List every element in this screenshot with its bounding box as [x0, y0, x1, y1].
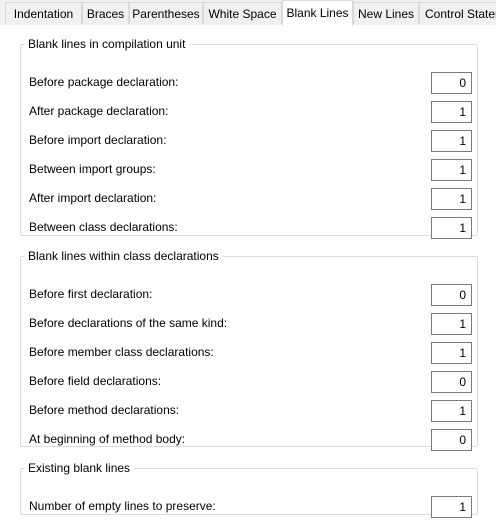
after-package-input[interactable]	[431, 101, 472, 123]
after-import-row: After import declaration:	[29, 188, 472, 210]
method-declarations-label: Before method declarations:	[29, 403, 180, 417]
field-declarations-row: Before field declarations:	[29, 371, 472, 393]
before-first-declaration-label: Before first declaration:	[29, 287, 153, 301]
after-package-label: After package declaration:	[29, 104, 169, 118]
method-body-label: At beginning of method body:	[29, 432, 186, 446]
class-declarations-group-title: Blank lines within class declarations	[28, 249, 219, 263]
before-first-declaration-row: Before first declaration:	[29, 284, 472, 306]
same-kind-label: Before declarations of the same kind:	[29, 316, 228, 330]
before-package-row: Before package declaration:	[29, 72, 472, 94]
compilation-unit-group-title: Blank lines in compilation unit	[28, 37, 186, 51]
empty-lines-preserve-row: Number of empty lines to preserve:	[29, 496, 472, 518]
method-body-input[interactable]	[431, 429, 472, 451]
empty-lines-preserve-label: Number of empty lines to preserve:	[29, 499, 216, 513]
between-class-row: Between class declarations:	[29, 217, 472, 239]
before-package-label: Before package declaration:	[29, 75, 179, 89]
same-kind-row: Before declarations of the same kind:	[29, 313, 472, 335]
method-declarations-input[interactable]	[431, 400, 472, 422]
tab-new-lines[interactable]: New Lines	[353, 2, 419, 24]
tab-bar: Indentation Braces Parentheses White Spa…	[0, 0, 496, 26]
between-import-groups-input[interactable]	[431, 159, 472, 181]
tab-braces[interactable]: Braces	[82, 2, 129, 24]
existing-blank-lines-group: Existing blank lines Number of empty lin…	[20, 461, 478, 518]
tab-blank-lines[interactable]: Blank Lines	[282, 0, 353, 26]
before-import-row: Before import declaration:	[29, 130, 472, 152]
before-package-input[interactable]	[431, 72, 472, 94]
compilation-unit-group: Blank lines in compilation unit Before p…	[20, 37, 478, 239]
before-import-input[interactable]	[431, 130, 472, 152]
same-kind-input[interactable]	[431, 313, 472, 335]
field-declarations-input[interactable]	[431, 371, 472, 393]
member-class-label: Before member class declarations:	[29, 345, 214, 359]
tab-white-space[interactable]: White Space	[203, 2, 282, 24]
member-class-row: Before member class declarations:	[29, 342, 472, 364]
field-declarations-label: Before field declarations:	[29, 374, 162, 388]
existing-blank-lines-group-title: Existing blank lines	[28, 461, 131, 475]
before-first-declaration-input[interactable]	[431, 284, 472, 306]
after-import-label: After import declaration:	[29, 191, 157, 205]
between-import-groups-label: Between import groups:	[29, 162, 156, 176]
method-body-row: At beginning of method body:	[29, 429, 472, 451]
after-import-input[interactable]	[431, 188, 472, 210]
tab-indentation[interactable]: Indentation	[5, 2, 82, 24]
empty-lines-preserve-input[interactable]	[431, 496, 472, 518]
between-class-input[interactable]	[431, 217, 472, 239]
before-import-label: Before import declaration:	[29, 133, 167, 147]
between-import-groups-row: Between import groups:	[29, 159, 472, 181]
between-class-label: Between class declarations:	[29, 220, 178, 234]
blank-lines-panel: Blank lines in compilation unit Before p…	[0, 25, 496, 529]
tab-parentheses[interactable]: Parentheses	[129, 2, 203, 24]
after-package-row: After package declaration:	[29, 101, 472, 123]
method-declarations-row: Before method declarations:	[29, 400, 472, 422]
class-declarations-group: Blank lines within class declarations Be…	[20, 249, 478, 451]
tab-control-statements[interactable]: Control Statements	[419, 2, 496, 24]
member-class-input[interactable]	[431, 342, 472, 364]
